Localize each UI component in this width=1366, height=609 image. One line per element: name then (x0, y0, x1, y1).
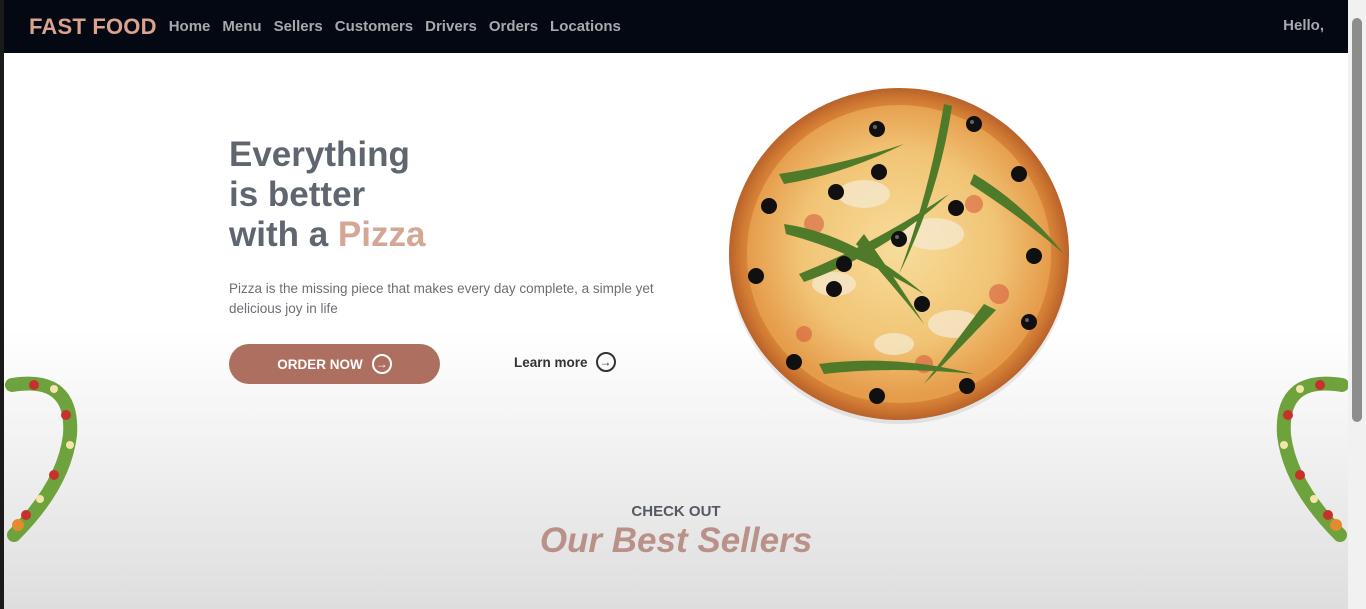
page: FAST FOOD Home Menu Sellers Customers Dr… (4, 0, 1348, 609)
section-kicker: CHECK OUT (631, 503, 721, 520)
hero-title: Everything is better with a Pizza (229, 135, 425, 255)
nav-link-menu[interactable]: Menu (222, 18, 261, 35)
brand-logo[interactable]: FAST FOOD (29, 14, 157, 40)
nav-links: Home Menu Sellers Customers Drivers Orde… (169, 18, 633, 35)
nav-link-locations[interactable]: Locations (550, 18, 621, 35)
pizza-image (729, 88, 1069, 424)
user-greeting[interactable]: Hello, (1283, 17, 1324, 34)
nav-link-drivers[interactable]: Drivers (425, 18, 477, 35)
arrow-right-circle-icon: → (371, 354, 392, 374)
hero-title-line2: is better (229, 175, 366, 214)
top-navbar: FAST FOOD Home Menu Sellers Customers Dr… (4, 0, 1348, 53)
section-heading: Our Best Sellers (539, 521, 813, 560)
hero-title-line3: with a (229, 215, 329, 254)
vertical-scrollbar[interactable] (1348, 0, 1366, 609)
learn-more-label: Learn more (514, 354, 588, 370)
nav-link-customers[interactable]: Customers (335, 18, 413, 35)
nav-link-home[interactable]: Home (169, 18, 211, 35)
hero-description: Pizza is the missing piece that makes ev… (229, 281, 654, 316)
order-now-button[interactable]: ORDER NOW → (229, 344, 440, 384)
nav-link-sellers[interactable]: Sellers (274, 18, 323, 35)
hero-title-accent: Pizza (337, 215, 426, 254)
nav-link-orders[interactable]: Orders (489, 18, 538, 35)
learn-more-link[interactable]: Learn more → (514, 352, 616, 372)
scrollbar-thumb[interactable] (1352, 18, 1362, 422)
order-now-label: ORDER NOW (277, 356, 363, 372)
hero-title-line1: Everything (229, 135, 410, 174)
arrow-right-circle-icon: → (595, 352, 616, 372)
